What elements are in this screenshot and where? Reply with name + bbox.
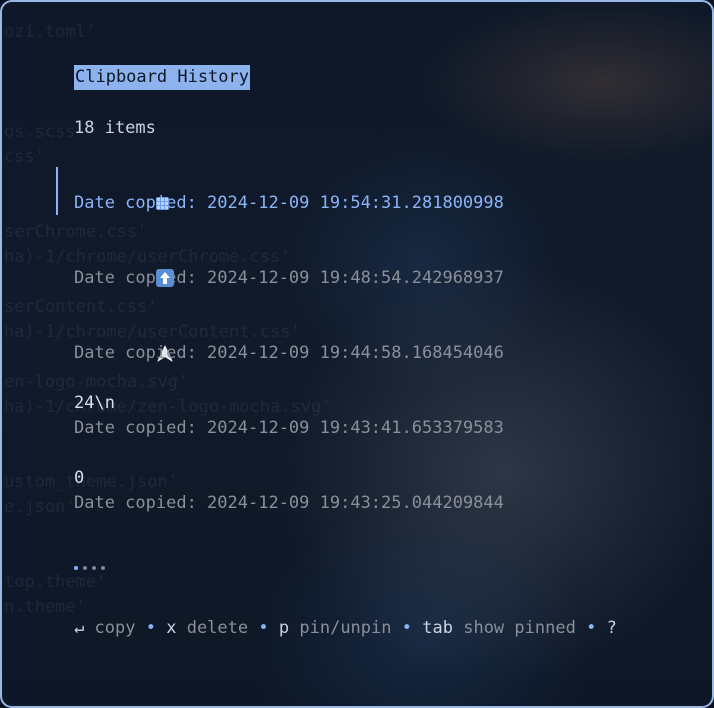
clipboard-item-date: Date copied: 2024-12-09 19:43:25.0442098… bbox=[74, 493, 504, 513]
bg-code-line: e.json' bbox=[4, 497, 76, 517]
pagination-dots bbox=[74, 566, 105, 570]
help-desc: show pinned bbox=[463, 618, 576, 638]
selection-indicator bbox=[56, 167, 58, 215]
clipboard-item[interactable]: Date copied: 2024-12-09 19:48:54.2429689… bbox=[74, 241, 634, 291]
help-separator: • bbox=[258, 618, 269, 638]
clipboard-item[interactable]: 0 Date copied: 2024-12-09 19:43:25.04420… bbox=[74, 466, 634, 516]
help-separator: • bbox=[401, 618, 412, 638]
clipboard-item-value bbox=[74, 166, 634, 210]
clipboard-item[interactable]: 24\n Date copied: 2024-12-09 19:43:41.65… bbox=[74, 391, 634, 441]
keybinding-help-bar: ↵ copy • x delete • p pin/unpin • tab sh… bbox=[74, 616, 617, 641]
clipboard-item-value: 0 bbox=[74, 468, 85, 488]
help-key-hint: ? bbox=[606, 618, 617, 638]
clipboard-item-value bbox=[74, 316, 634, 362]
grid-emoji-icon bbox=[155, 197, 169, 210]
clipboard-list-panel: Clipboard History 18 items Date copied: … bbox=[56, 2, 694, 706]
clipboard-item-date: Date copied: 2024-12-09 19:44:58.1684540… bbox=[74, 343, 504, 363]
page-dot bbox=[92, 566, 96, 570]
help-desc: copy bbox=[94, 618, 136, 638]
bg-code-line: css' bbox=[4, 147, 45, 167]
page-title: Clipboard History bbox=[74, 65, 250, 90]
help-desc: pin/unpin bbox=[299, 618, 392, 638]
up-arrow-emoji-icon bbox=[155, 269, 174, 287]
clipboard-item-value: 24\n bbox=[74, 393, 115, 413]
clipboard-item-date: Date copied: 2024-12-09 19:43:41.6533795… bbox=[74, 418, 504, 438]
clipboard-history-window: ozi.toml' os.scss' css' serChrome.css' h… bbox=[0, 0, 714, 708]
page-dot bbox=[83, 566, 87, 570]
clipboard-item[interactable]: Date copied: 2024-12-09 19:44:58.1684540… bbox=[74, 316, 634, 366]
help-separator: • bbox=[586, 618, 597, 638]
page-dot-active bbox=[74, 566, 78, 570]
delete-key-hint: x bbox=[166, 618, 177, 638]
page-dot bbox=[101, 566, 105, 570]
tab-key-hint: tab bbox=[422, 618, 453, 638]
help-desc: delete bbox=[186, 618, 249, 638]
help-separator: • bbox=[145, 618, 156, 638]
clipboard-item-value bbox=[74, 241, 634, 287]
item-count: 18 items bbox=[74, 118, 156, 138]
pin-key-hint: p bbox=[278, 618, 290, 638]
enter-key-hint: ↵ bbox=[74, 618, 85, 638]
clipboard-item-selected[interactable]: Date copied: 2024-12-09 19:54:31.2818009… bbox=[56, 166, 634, 216]
